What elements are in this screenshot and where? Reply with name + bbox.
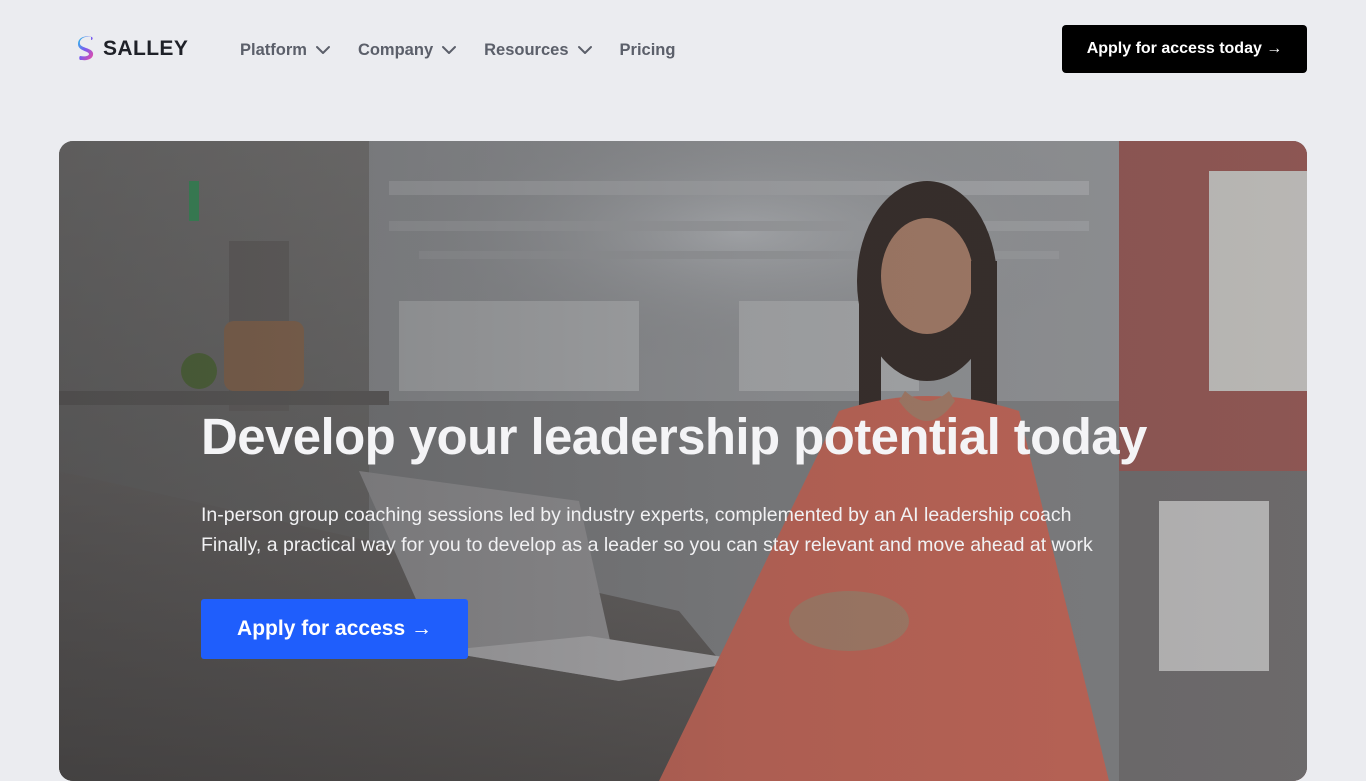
nav-item-company[interactable]: Company <box>358 41 457 60</box>
salley-logo-icon <box>78 36 94 61</box>
nav-item-label: Platform <box>240 40 307 59</box>
chevron-down-icon <box>315 46 330 54</box>
nav-item-label: Company <box>357 40 434 59</box>
hero-content: Develop your leadership potential today … <box>201 407 1201 560</box>
nav-item-pricing[interactable]: Pricing <box>620 41 676 60</box>
main-nav: Platform Company Resources Pricing <box>240 38 675 62</box>
chevron-down-icon <box>577 46 592 54</box>
nav-item-label: Resources <box>484 40 569 59</box>
site-header: SALLEY Platform Company Resources Pricin… <box>0 0 1366 100</box>
hero-subtitle-line: Finally, a practical way for you to deve… <box>201 534 1093 556</box>
nav-item-label: Pricing <box>619 40 676 59</box>
hero-subtitle-line: In-person group coaching sessions led by… <box>201 504 1072 526</box>
hero-subtitle: In-person group coaching sessions led by… <box>201 500 1201 560</box>
nav-item-resources[interactable]: Resources <box>484 41 592 60</box>
hero-title: Develop your leadership potential today <box>201 408 1147 465</box>
apply-for-access-button[interactable]: Apply for access → <box>201 599 468 659</box>
brand-name: SALLEY <box>103 37 189 60</box>
apply-for-access-today-button[interactable]: Apply for access today → <box>1062 25 1307 73</box>
chevron-down-icon <box>442 46 457 54</box>
brand-logo[interactable]: SALLEY <box>77 36 188 62</box>
nav-item-platform[interactable]: Platform <box>240 41 331 60</box>
hero-section: Develop your leadership potential today … <box>59 141 1307 781</box>
